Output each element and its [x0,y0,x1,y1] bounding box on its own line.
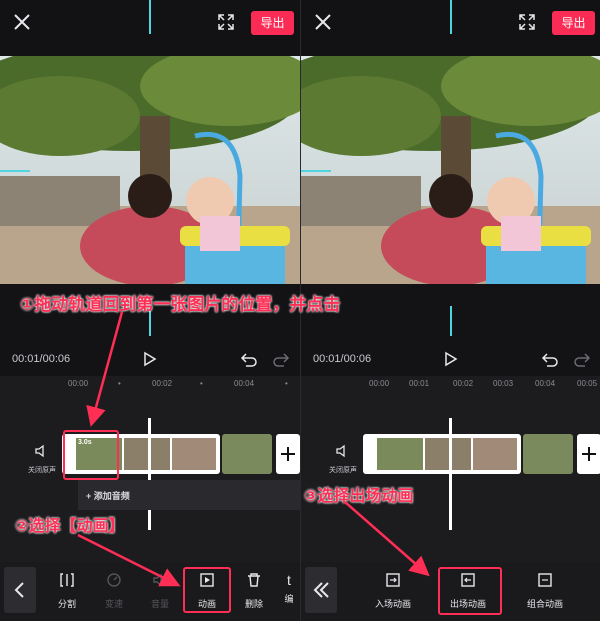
top-bar: 导出 [0,0,300,56]
cursor-line [450,0,452,34]
clip-thumbnail [124,438,170,470]
video-track-next[interactable] [523,434,573,474]
annotation-step3: ③选择出场动画 [304,488,414,505]
photo-preview [0,56,300,284]
close-icon[interactable] [10,10,34,34]
highlight-box [183,567,231,613]
video-preview [301,56,600,284]
fullscreen-icon[interactable] [517,12,537,32]
clip-thumbnail [473,438,517,470]
clip-thumbnail [222,434,272,474]
plus-icon [281,447,295,461]
back-button[interactable] [305,567,337,613]
add-audio-button[interactable]: + 添加音频 [78,480,300,510]
cursor-line [450,306,452,336]
fullscreen-icon[interactable] [216,12,236,32]
back-button[interactable] [4,567,36,613]
export-button[interactable]: 导出 [552,11,595,35]
plus-icon [582,447,596,461]
annotation-step1: ①拖动轨道回到第一张图片的位置，并点击 [20,295,341,314]
enter-animation-icon [386,573,400,587]
playback-controls: 00:01/00:06 [301,284,600,376]
mute-label: 关闭原声 [28,467,56,474]
edit-icon: t [287,572,291,588]
volume-tool[interactable]: 音量 [138,572,182,610]
video-track-next[interactable] [222,434,272,474]
close-icon[interactable] [311,10,335,34]
timeline: 00:00 00:01 00:02 00:03 00:04 00:05 关闭原声 [301,376,600,562]
clip-thumbnail [523,434,573,474]
mute-original-audio-button[interactable]: 关闭原声 [323,444,363,475]
speaker-icon [336,444,345,458]
clip-thumbnail [425,438,471,470]
ruler-tick: 00:00 [68,379,89,388]
highlight-box [63,430,119,480]
crop-marker [301,170,331,172]
undo-icon[interactable] [541,350,559,368]
speed-icon [107,573,121,587]
enter-animation-tool[interactable]: 入场动画 [365,572,421,610]
ruler-tick: 00:03 [493,379,514,388]
ruler-tick: 00:04 [535,379,556,388]
add-clip-button[interactable] [276,434,300,474]
timecode: 00:01/00:06 [12,353,71,365]
timecode: 00:01/00:06 [313,353,372,365]
highlight-box [438,567,502,615]
delete-icon [248,573,260,587]
combo-animation-tool[interactable]: 组合动画 [517,572,573,610]
top-bar: 导出 [301,0,600,56]
play-icon[interactable] [140,350,158,368]
speed-tool[interactable]: 变速 [92,572,136,610]
delete-tool[interactable]: 删除 [232,572,276,610]
time-ruler: 00:00 • 00:02 • 00:04 • [68,379,288,388]
mute-original-audio-button[interactable]: 关闭原声 [22,444,62,475]
ruler-tick: 00:01 [409,379,430,388]
undo-icon[interactable] [240,350,258,368]
ruler-tick: 00:04 [234,379,255,388]
video-track[interactable] [363,434,521,474]
ruler-tick: 00:02 [152,379,173,388]
redo-icon[interactable] [573,350,591,368]
edit-tool[interactable]: t 编 [278,572,300,605]
add-audio-label: + 添加音频 [86,491,130,501]
split-icon [60,573,74,587]
speaker-icon [35,444,44,458]
redo-icon[interactable] [272,350,290,368]
chevron-left-icon [14,582,24,598]
play-icon[interactable] [441,350,459,368]
crop-marker [0,170,30,172]
add-clip-button[interactable] [577,434,600,474]
export-button[interactable]: 导出 [251,11,294,35]
playhead[interactable] [148,418,151,530]
ruler-tick: 00:00 [369,379,390,388]
annotation-step2: ②选择【动画】 [15,518,125,535]
video-preview [0,56,300,284]
combo-animation-icon [538,573,552,587]
playhead[interactable] [449,418,452,530]
ruler-tick: 00:02 [453,379,474,388]
clip-thumbnail [172,438,216,470]
volume-icon [153,573,162,587]
double-chevron-left-icon [313,582,329,598]
ruler-tick: 00:05 [577,379,598,388]
cursor-line [149,0,151,34]
photo-preview [301,56,600,284]
bottom-toolbar: 分割 变速 音量 动画 删除 t 编 [0,562,300,621]
time-ruler: 00:00 00:01 00:02 00:03 00:04 00:05 [301,376,600,392]
clip-thumbnail [377,438,423,470]
mute-label: 关闭原声 [329,467,357,474]
right-editor-panel: 导出 00:01/00:06 00:00 00:01 00:02 00:03 0… [300,0,600,621]
split-tool[interactable]: 分割 [45,572,89,610]
